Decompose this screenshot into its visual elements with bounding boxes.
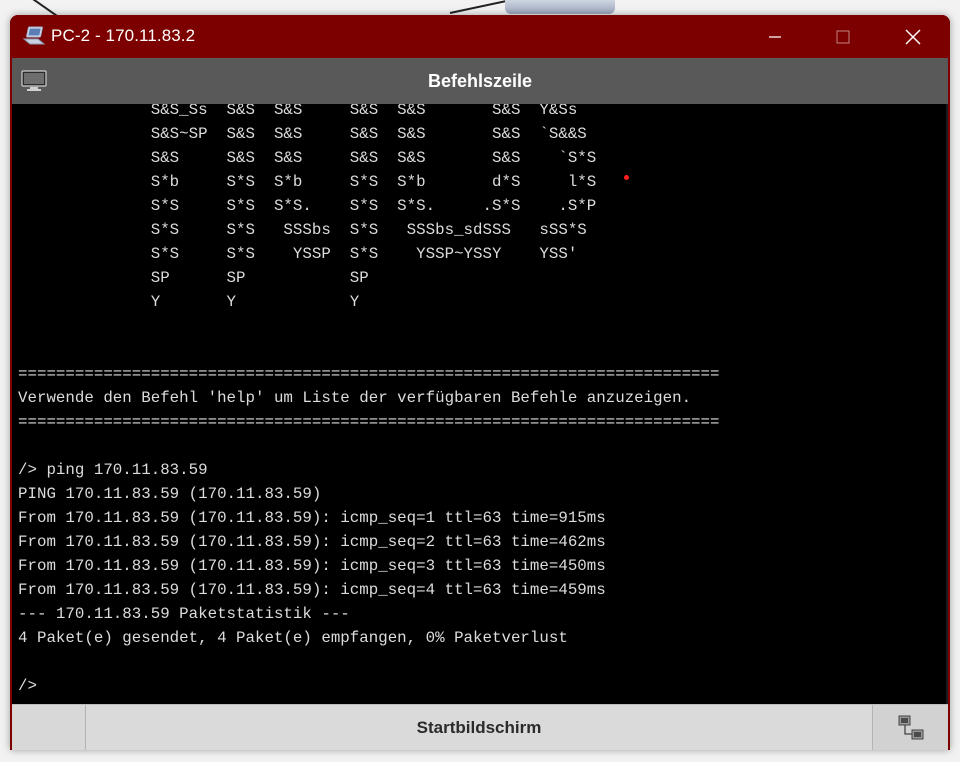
terminal-line: From 170.11.83.59 (170.11.83.59): icmp_s… [18, 509, 606, 527]
terminal-line: From 170.11.83.59 (170.11.83.59): icmp_s… [18, 533, 606, 551]
terminal-line: ========================================… [18, 413, 720, 431]
terminal-line: S*S S*S SSSbs S*S SSSbs_sdSSS sSS*S [18, 221, 587, 239]
terminal-line: Verwende den Befehl 'help' um Liste der … [18, 389, 692, 407]
close-button[interactable] [878, 15, 948, 58]
minimize-button[interactable] [740, 15, 810, 58]
terminal-output[interactable]: S&S_Ss S&S S&S S&S S&S S&S Y&Ss S&S~SP S… [12, 104, 946, 704]
terminal-line: S*b S*S S*b S*S S*b d*S l*S [18, 173, 597, 191]
close-icon [905, 29, 921, 44]
terminal-line: PING 170.11.83.59 (170.11.83.59) [18, 485, 322, 503]
bottom-bar: Startbildschirm [12, 704, 948, 750]
command-header-title: Befehlszeile [427, 71, 533, 91]
terminal-lines: S&S_Ss S&S S&S S&S S&S S&S Y&Ss S&S~SP S… [18, 104, 720, 698]
terminal-edge [946, 104, 948, 704]
terminal-line: Y Y Y [18, 293, 360, 311]
window-title: PC-2 - 170.11.83.2 [51, 26, 196, 45]
background-device [505, 0, 615, 14]
terminal-line: S&S~SP S&S S&S S&S S&S S&S `S&&S [18, 125, 587, 143]
terminal-line: S*S S*S S*S. S*S S*S. .S*S .S*P [18, 197, 597, 215]
terminal-line: SP SP SP [18, 269, 369, 287]
terminal-line: --- 170.11.83.59 Paketstatistik --- [18, 605, 350, 623]
maximize-button[interactable] [808, 15, 878, 58]
content-panel: Befehlszeile S&S_Ss S&S S&S S&S S&S S&S … [12, 58, 948, 750]
terminal-line: S&S S&S S&S S&S S&S S&S `S*S [18, 149, 597, 167]
terminal-line: S*S S*S YSSP S*S YSSP~YSSY YSS' [18, 245, 578, 263]
bottom-left-cell [12, 705, 86, 750]
terminal-line: S&S_Ss S&S S&S S&S S&S S&S Y&Ss [18, 104, 578, 119]
terminal-line: /> [18, 677, 37, 695]
title-bar[interactable]: PC-2 - 170.11.83.2 [10, 15, 950, 58]
command-header: Befehlszeile [12, 58, 948, 104]
network-icon [898, 715, 923, 740]
terminal-line: From 170.11.83.59 (170.11.83.59): icmp_s… [18, 581, 606, 599]
terminal-line: ========================================… [18, 365, 720, 383]
cursor-marker [624, 175, 629, 180]
pc-window: PC-2 - 170.11.83.2 Befehlszeile S&S_Ss S… [10, 15, 950, 750]
terminal-line: From 170.11.83.59 (170.11.83.59): icmp_s… [18, 557, 606, 575]
minimize-icon [769, 35, 781, 38]
laptop-icon [22, 26, 46, 45]
network-link-line [449, 0, 509, 14]
terminal-line: 4 Paket(e) gesendet, 4 Paket(e) empfange… [18, 629, 568, 647]
home-screen-button[interactable]: Startbildschirm [86, 705, 873, 750]
terminal-line: /> ping 170.11.83.59 [18, 461, 208, 479]
network-button[interactable] [873, 705, 948, 750]
maximize-icon [836, 29, 850, 44]
